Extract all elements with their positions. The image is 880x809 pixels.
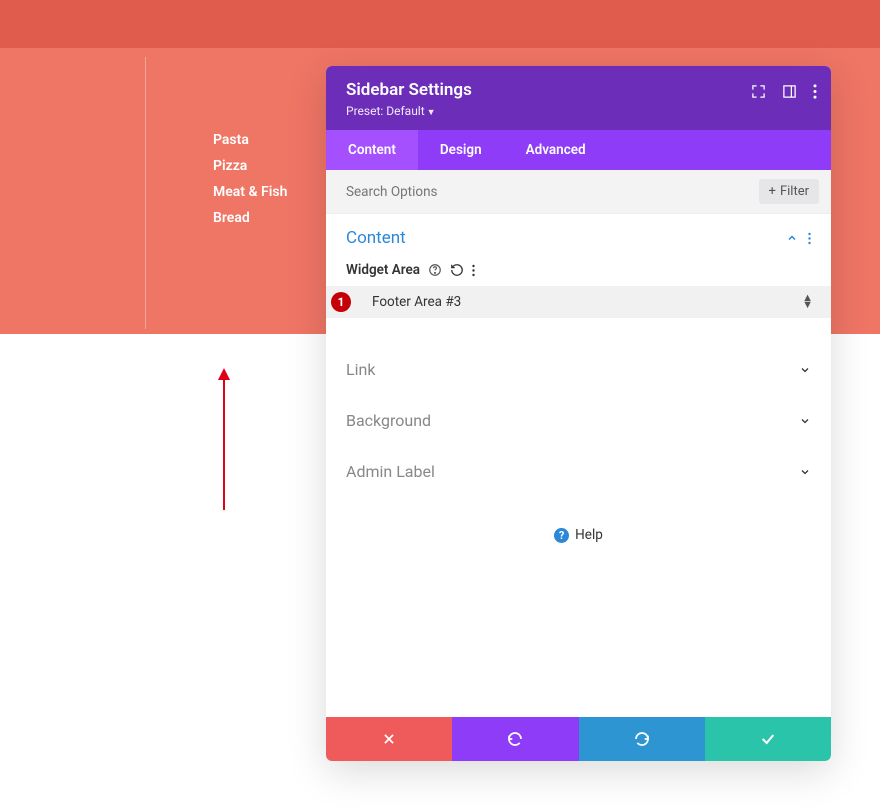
help-text: Help (575, 527, 603, 543)
tab-design[interactable]: Design (418, 130, 504, 170)
filter-button[interactable]: + Filter (759, 179, 819, 204)
select-value: Footer Area #3 (372, 294, 461, 310)
caret-down-icon: ▼ (427, 108, 436, 118)
section-link[interactable]: Link (346, 344, 811, 395)
sidebar-menu: Pasta Pizza Meat & Fish Bread (213, 133, 287, 237)
panel-title: Sidebar Settings (346, 80, 811, 100)
tab-content[interactable]: Content (326, 130, 418, 170)
menu-item-meat-fish[interactable]: Meat & Fish (213, 185, 287, 199)
snap-icon[interactable] (782, 84, 797, 99)
header-icons (751, 84, 817, 99)
panel-body: Content Widget Area 1 Footer Area #3 ▲▼ … (326, 214, 831, 717)
preset-dropdown[interactable]: Preset: Default▼ (346, 104, 811, 118)
sort-icon: ▲▼ (802, 294, 813, 308)
menu-item-pasta[interactable]: Pasta (213, 133, 287, 147)
section-content-header[interactable]: Content (346, 228, 811, 248)
chevron-down-icon (799, 466, 811, 478)
menu-item-bread[interactable]: Bread (213, 211, 287, 225)
chevron-down-icon (799, 364, 811, 376)
tab-advanced[interactable]: Advanced (504, 130, 608, 170)
section-more-icon[interactable] (808, 232, 811, 245)
menu-item-pizza[interactable]: Pizza (213, 159, 287, 173)
plus-icon: + (769, 184, 776, 199)
save-button[interactable] (705, 717, 831, 761)
redo-button[interactable] (579, 717, 705, 761)
chevron-down-icon (799, 415, 811, 427)
search-input[interactable] (346, 184, 759, 200)
widget-area-label: Widget Area (346, 262, 420, 278)
help-link[interactable]: ? Help (346, 517, 811, 553)
check-icon (760, 731, 776, 747)
close-icon (382, 732, 396, 746)
vertical-divider (145, 57, 146, 329)
undo-icon (507, 731, 523, 747)
reset-icon[interactable] (450, 263, 464, 277)
more-icon[interactable] (813, 84, 817, 99)
filter-label: Filter (780, 184, 809, 199)
widget-area-label-row: Widget Area (346, 262, 811, 278)
section-controls (786, 232, 811, 245)
preset-label: Preset: Default (346, 104, 425, 118)
section-admin-label[interactable]: Admin Label (346, 446, 811, 497)
section-link-label: Link (346, 360, 375, 379)
undo-button[interactable] (452, 717, 578, 761)
panel-tabs: Content Design Advanced (326, 130, 831, 170)
widget-area-select[interactable]: Footer Area #3 ▲▼ (326, 286, 831, 318)
help-circle-icon: ? (554, 528, 569, 543)
cancel-button[interactable] (326, 717, 452, 761)
panel-footer (326, 717, 831, 761)
section-content-title: Content (346, 228, 406, 248)
field-more-icon[interactable] (472, 264, 475, 277)
widget-area-select-row: 1 Footer Area #3 ▲▼ (326, 286, 831, 318)
redo-icon (634, 731, 650, 747)
chevron-up-icon[interactable] (786, 232, 798, 244)
search-bar: + Filter (326, 170, 831, 214)
section-admin-label-label: Admin Label (346, 462, 435, 481)
settings-panel: Sidebar Settings Preset: Default▼ Conten… (326, 66, 831, 761)
annotation-badge-1: 1 (331, 292, 351, 312)
section-background-label: Background (346, 411, 431, 430)
help-icon[interactable] (428, 263, 442, 277)
annotation-arrow (223, 370, 225, 510)
panel-header: Sidebar Settings Preset: Default▼ (326, 66, 831, 130)
page-top-bar (0, 0, 880, 48)
section-background[interactable]: Background (346, 395, 811, 446)
expand-icon[interactable] (751, 84, 766, 99)
